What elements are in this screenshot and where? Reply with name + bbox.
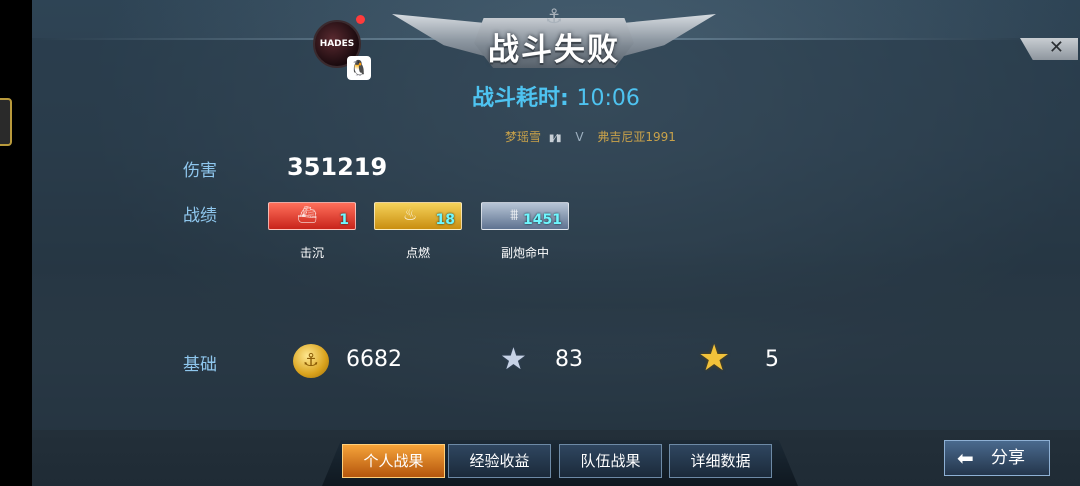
- tab-team-results[interactable]: 队伍战果: [559, 444, 662, 478]
- versus-label: V: [575, 130, 584, 144]
- left-edge-bar: [0, 0, 32, 486]
- base-label: 基础: [183, 355, 217, 375]
- back-arrow-icon: ⬅: [957, 446, 974, 470]
- matchup-line: 梦瑶雪 ▮⁄▮ V 弗吉尼亚1991: [505, 128, 676, 145]
- secondary-hit-label: 副炮命中: [500, 246, 549, 260]
- result-title: 战斗失败: [488, 32, 620, 68]
- ignite-label: 点燃: [405, 246, 430, 260]
- battle-duration: 战斗耗时: 10:06: [472, 80, 640, 112]
- secondary-hit-medal[interactable]: ⩩ 1451: [481, 202, 569, 230]
- damage-value: 351219: [287, 153, 388, 181]
- player-name: 梦瑶雪: [505, 130, 542, 144]
- ignite-medal[interactable]: ♨ 18: [374, 202, 462, 230]
- sink-medal[interactable]: ⛴ 1: [268, 202, 356, 230]
- secondary-gun-icon: ⩩: [510, 205, 519, 224]
- fire-icon: ♨: [403, 205, 418, 224]
- tab-experience-gain[interactable]: 经验收益: [448, 444, 551, 478]
- silver-star-icon: ★: [500, 342, 527, 377]
- duration-label: 战斗耗时:: [472, 86, 569, 111]
- ship-sink-icon: ⛴: [297, 205, 318, 224]
- share-label: 分享: [991, 448, 1025, 468]
- duration-time: 10:06: [576, 86, 640, 111]
- player-tag-icon: ▮⁄▮: [548, 133, 562, 144]
- sink-label: 击沉: [299, 246, 324, 260]
- tab-detailed-data[interactable]: 详细数据: [669, 444, 772, 478]
- share-button[interactable]: ⬅ 分享: [944, 440, 1050, 476]
- qq-icon: 🐧: [347, 56, 371, 80]
- coin-value: 6682: [346, 347, 402, 372]
- record-label: 战绩: [183, 206, 217, 226]
- secondary-hit-count: 1451: [523, 212, 562, 228]
- gold-star-icon: ★: [698, 338, 731, 379]
- coin-icon: ⚓: [293, 344, 329, 378]
- ignite-count: 18: [435, 212, 455, 228]
- notification-dot: [356, 15, 365, 24]
- damage-label: 伤害: [183, 161, 217, 181]
- gold-star-value: 5: [765, 347, 779, 372]
- silver-star-value: 83: [555, 347, 583, 372]
- tab-personal-results[interactable]: 个人战果: [342, 444, 445, 478]
- left-menu-tab[interactable]: [0, 98, 12, 146]
- opponent-name: 弗吉尼亚1991: [597, 130, 676, 144]
- result-banner: ⚓ 战斗失败: [392, 4, 716, 76]
- sink-count: 1: [339, 212, 349, 228]
